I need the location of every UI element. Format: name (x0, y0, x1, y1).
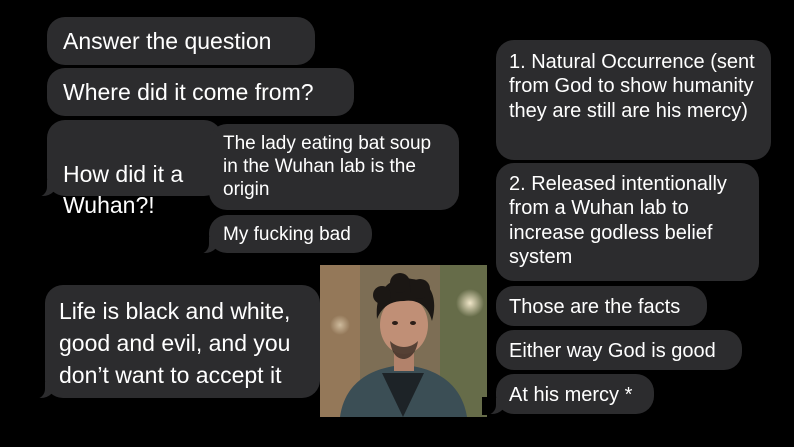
message-bubble[interactable]: 2. Released intentionally from a Wuhan l… (496, 163, 759, 281)
message-text: Those are the facts (509, 296, 681, 318)
message-text: The lady eating bat soup in the Wuhan la… (223, 133, 432, 201)
message-bubble[interactable]: Life is black and white, good and evil, … (31, 285, 320, 399)
message-text: Answer the question (63, 28, 272, 54)
message-bubble[interactable]: Where did it come from? (47, 68, 354, 116)
message-bubble[interactable]: At his mercy * (482, 374, 654, 415)
message-bubble[interactable]: The lady eating bat soup in the Wuhan la… (209, 124, 459, 210)
message-bubble[interactable]: Either way God is good (496, 330, 742, 370)
message-text: How did it a Wuhan?! (63, 161, 184, 219)
portrait-image (320, 265, 487, 417)
message-bubble[interactable]: Answer the question (47, 17, 315, 65)
message-text: Where did it come from? (63, 79, 314, 105)
message-bubble[interactable]: 1. Natural Occurrence (sent from God to … (496, 40, 771, 160)
message-bubble[interactable]: My fucking bad (195, 215, 372, 254)
message-bubble[interactable]: Those are the facts (496, 286, 707, 326)
message-text: Life is black and white, good and evil, … (59, 298, 291, 389)
message-text: 1. Natural Occurrence (sent from God to … (509, 51, 755, 122)
message-text: At his mercy * (509, 384, 633, 406)
message-text: My fucking bad (223, 224, 351, 245)
message-text: 2. Released intentionally from a Wuhan l… (509, 173, 727, 269)
message-bubble[interactable]: How did it a Wuhan?! (33, 120, 222, 218)
message-text: Either way God is good (509, 340, 716, 362)
profile-photo (320, 265, 487, 417)
